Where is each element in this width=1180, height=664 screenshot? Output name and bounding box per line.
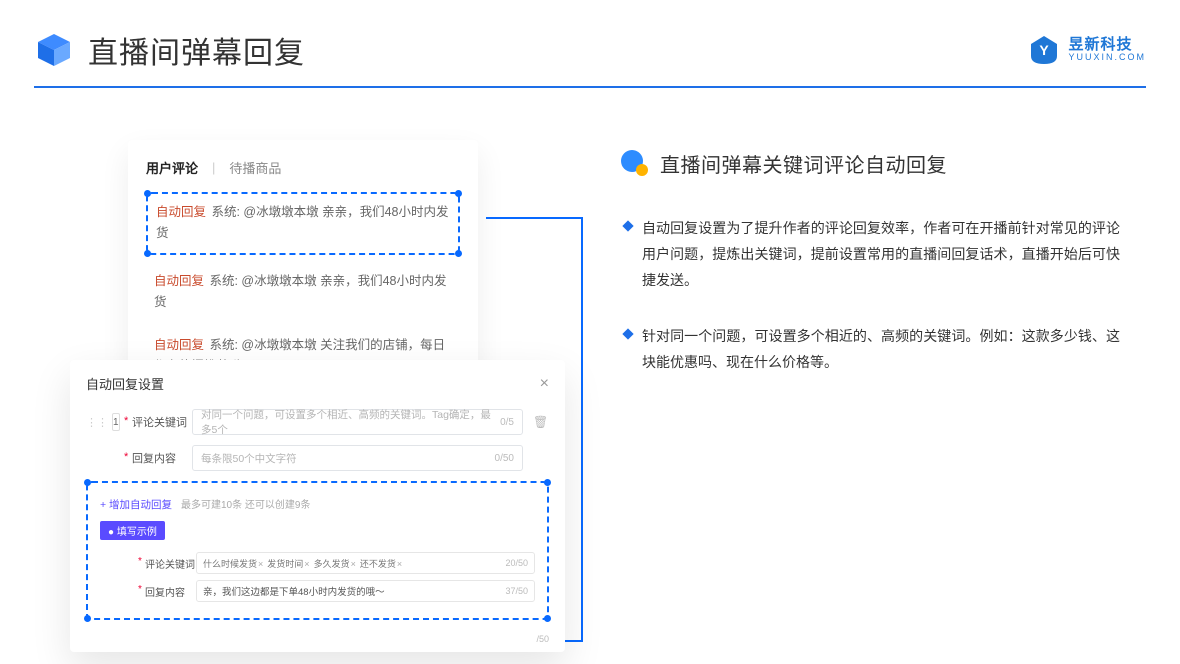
reply-input[interactable]: 每条限50个中文字符 0/50 — [192, 445, 523, 471]
tab-user-comments[interactable]: 用户评论 — [146, 158, 198, 177]
input-placeholder: 对同一个问题，可设置多个相近、高频的关键词。Tag确定，最多5个 — [201, 407, 500, 437]
example-pill: ● 填写示例 — [100, 521, 165, 540]
auto-reply-settings-modal: 自动回复设置 × ⋮⋮ 1 评论关键词 对同一个问题，可设置多个相近、高频的关键… — [70, 360, 565, 652]
input-count: 0/50 — [495, 453, 514, 464]
tag-list: 什么时候发货× 发货时间× 多久发货× 还不发货× — [203, 557, 402, 570]
page-title: 直播间弹幕回复 — [88, 28, 305, 72]
keyword-input[interactable]: 对同一个问题，可设置多个相近、高频的关键词。Tag确定，最多5个 0/5 — [192, 409, 523, 435]
keyword-tag[interactable]: 发货时间× — [267, 557, 309, 570]
example-row-keywords: 评论关键词 什么时候发货× 发货时间× 多久发货× 还不发货× 20/50 — [100, 552, 535, 574]
row-index: ⋮⋮ 1 — [86, 413, 114, 431]
keyword-tag[interactable]: 多久发货× — [314, 557, 356, 570]
input-placeholder: 每条限50个中文字符 — [201, 451, 297, 466]
bullet-item: 针对同一个问题，可设置多个相近的、高频的关键词。例如：这款多少钱、这块能优惠吗、… — [620, 324, 1120, 376]
cube-icon — [34, 30, 74, 70]
brand-en: YUUXIN.COM — [1068, 53, 1146, 62]
ex-keyword-input[interactable]: 什么时候发货× 发货时间× 多久发货× 还不发货× 20/50 — [196, 552, 535, 574]
auto-reply-badge: 自动回复 — [156, 205, 206, 219]
add-hint: 最多可建10条 还可以创建9条 — [181, 500, 310, 511]
section-title: 直播间弹幕关键词评论自动回复 — [660, 149, 947, 178]
page-header: 直播间弹幕回复 Y 昱新科技 YUUXIN.COM — [0, 0, 1180, 72]
ex-reply-value: 亲，我们这边都是下单48小时内发货的哦～ — [203, 584, 385, 598]
keyword-label: 评论关键词 — [124, 414, 182, 430]
tab-pending-goods[interactable]: 待播商品 — [229, 158, 281, 177]
brand-logo: Y 昱新科技 YUUXIN.COM — [1028, 34, 1146, 66]
example-box: + 增加自动回复 最多可建10条 还可以创建9条 ● 填写示例 评论关键词 什么… — [86, 481, 549, 620]
modal-header: 自动回复设置 × — [86, 374, 549, 393]
ex-reply-label: 回复内容 — [138, 584, 186, 599]
section-head: 直播间弹幕关键词评论自动回复 — [620, 148, 1120, 178]
modal-bottom-count: /50 — [536, 634, 549, 644]
brand-cn: 昱新科技 — [1068, 37, 1146, 53]
add-auto-reply-link[interactable]: + 增加自动回复 最多可建10条 还可以创建9条 — [100, 499, 310, 511]
drag-handle-icon[interactable]: ⋮⋮ — [86, 416, 108, 429]
right-column: 直播间弹幕关键词评论自动回复 自动回复设置为了提升作者的评论回复效率，作者可在开… — [620, 140, 1130, 405]
auto-reply-badge: 自动回复 — [154, 274, 204, 288]
form-row-keywords: ⋮⋮ 1 评论关键词 对同一个问题，可设置多个相近、高频的关键词。Tag确定，最… — [86, 409, 549, 435]
bullet-item: 自动回复设置为了提升作者的评论回复效率，作者可在开播前针对常见的评论用户问题，提… — [620, 216, 1120, 294]
card-tabs: 用户评论 | 待播商品 — [146, 158, 460, 177]
brand-icon: Y — [1028, 34, 1060, 66]
ex-reply-input[interactable]: 亲，我们这边都是下单48小时内发货的哦～ 37/50 — [196, 580, 535, 602]
message-row: 自动回复 系统: @冰墩墩本墩 亲亲，我们48小时内发货 — [146, 265, 460, 320]
message-highlighted: 自动回复 系统: @冰墩墩本墩 亲亲，我们48小时内发货 — [146, 192, 460, 255]
close-icon[interactable]: × — [540, 375, 549, 393]
form-row-reply: 回复内容 每条限50个中文字符 0/50 — [86, 445, 549, 471]
keyword-tag[interactable]: 还不发货× — [360, 557, 402, 570]
reply-label: 回复内容 — [124, 450, 182, 466]
header-left: 直播间弹幕回复 — [34, 28, 305, 72]
chat-bubble-icon — [620, 148, 650, 178]
auto-reply-badge: 自动回复 — [154, 338, 204, 352]
ex-reply-count: 37/50 — [505, 586, 528, 596]
trash-icon[interactable]: 🗑 — [533, 415, 549, 429]
body: 用户评论 | 待播商品 自动回复 系统: @冰墩墩本墩 亲亲，我们48小时内发货… — [0, 88, 1180, 405]
input-count: 0/5 — [500, 417, 514, 428]
modal-title: 自动回复设置 — [86, 374, 164, 393]
keyword-tag[interactable]: 什么时候发货× — [203, 557, 263, 570]
ex-input-count: 20/50 — [505, 558, 528, 568]
left-column: 用户评论 | 待播商品 自动回复 系统: @冰墩墩本墩 亲亲，我们48小时内发货… — [70, 140, 580, 405]
example-row-reply: 回复内容 亲，我们这边都是下单48小时内发货的哦～ 37/50 — [100, 580, 535, 602]
svg-text:Y: Y — [1040, 42, 1050, 58]
ex-keyword-label: 评论关键词 — [138, 556, 186, 571]
tab-separator: | — [212, 160, 215, 175]
bullet-list: 自动回复设置为了提升作者的评论回复效率，作者可在开播前针对常见的评论用户问题，提… — [620, 216, 1120, 375]
